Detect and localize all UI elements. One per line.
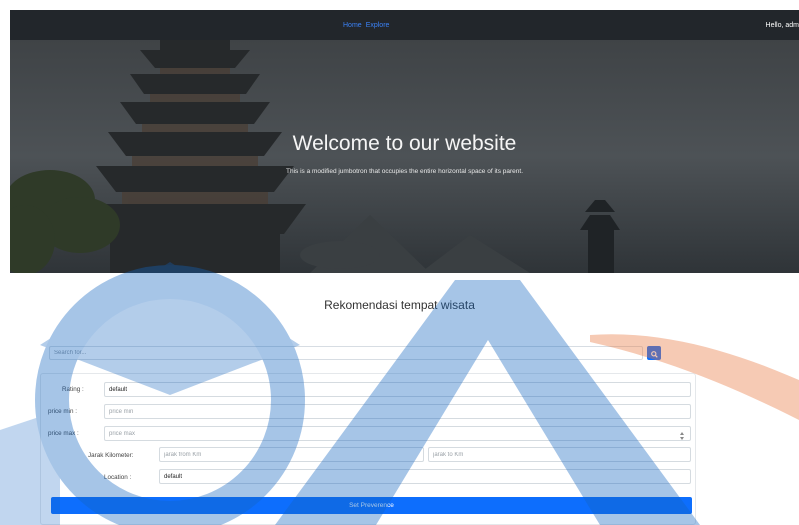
rating-select-value: default bbox=[109, 386, 128, 393]
hero-jumbotron: Welcome to our website This is a modifie… bbox=[10, 40, 799, 273]
section-title: Rekomendasi tempat wisata bbox=[324, 298, 475, 312]
stepper-down-icon[interactable] bbox=[680, 437, 684, 440]
location-select-value: default bbox=[164, 473, 183, 480]
price-max-stepper[interactable] bbox=[679, 432, 685, 440]
price-max-label: price max : bbox=[48, 430, 79, 437]
hero-background-image bbox=[10, 40, 799, 273]
jarak-to-input[interactable] bbox=[428, 447, 691, 462]
nav-link-home[interactable]: Home bbox=[343, 22, 362, 29]
search-icon bbox=[650, 346, 658, 361]
user-greeting[interactable]: Hello, adm bbox=[766, 10, 799, 40]
nav-link-explore[interactable]: Explore bbox=[366, 22, 390, 29]
left-margin bbox=[0, 0, 10, 525]
search-button[interactable] bbox=[647, 346, 661, 360]
stepper-up-icon[interactable] bbox=[680, 432, 684, 435]
price-min-label: price min : bbox=[48, 408, 78, 415]
rating-select[interactable]: default bbox=[104, 382, 691, 397]
price-min-input[interactable] bbox=[104, 404, 691, 419]
nav-links: Home Explore bbox=[343, 10, 389, 40]
page: Home Explore Hello, adm Welcome to our w… bbox=[0, 0, 799, 525]
location-select[interactable]: default bbox=[159, 469, 691, 484]
hero-title: Welcome to our website bbox=[292, 132, 517, 155]
set-preference-button[interactable]: Set Preverence bbox=[51, 497, 692, 514]
search-input[interactable] bbox=[49, 346, 643, 360]
location-label: Location : bbox=[104, 474, 132, 481]
rating-label: Rating : bbox=[62, 386, 84, 393]
jarak-label: Jarak Kilometer: bbox=[88, 452, 134, 459]
price-max-input[interactable] bbox=[104, 426, 691, 441]
navbar: Home Explore Hello, adm bbox=[10, 10, 799, 40]
jarak-from-input[interactable] bbox=[159, 447, 424, 462]
hero-subtitle: This is a modified jumbotron that occupi… bbox=[285, 168, 523, 175]
